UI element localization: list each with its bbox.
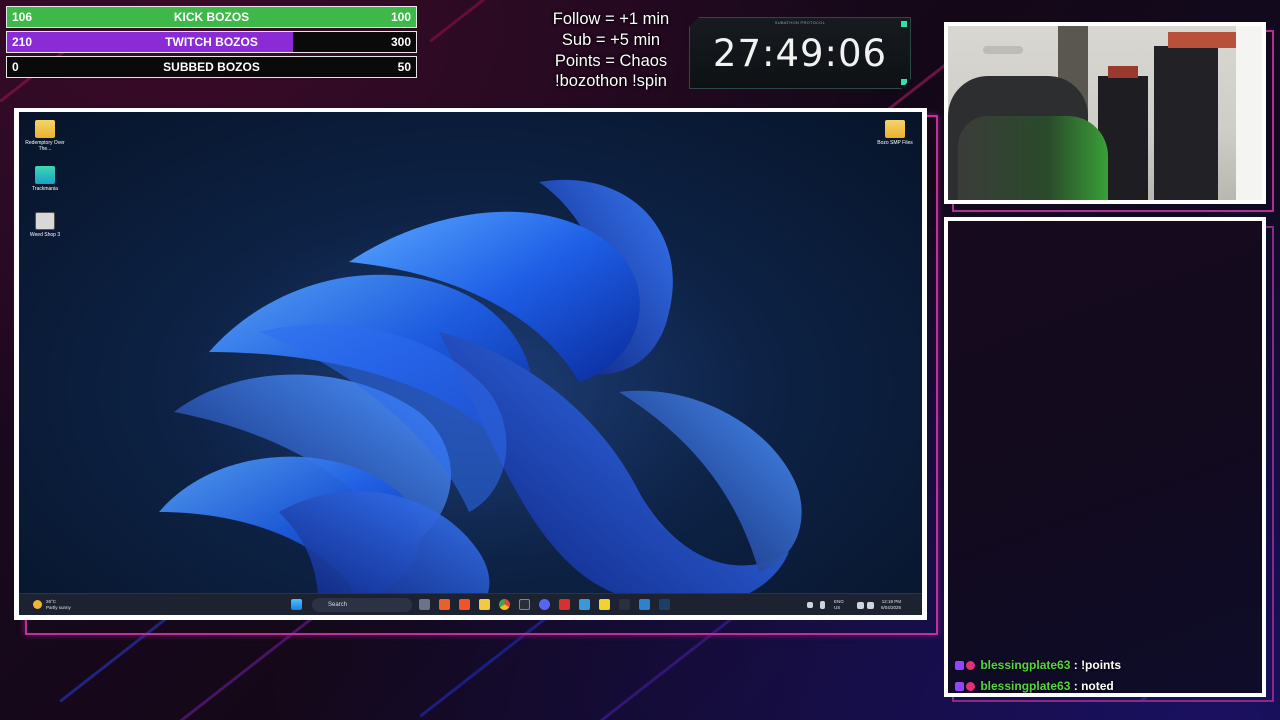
weed-shop-icon	[35, 212, 55, 230]
webcam-feed	[948, 26, 1262, 200]
chat-separator: :	[1070, 679, 1082, 693]
language-indicator[interactable]: ENG US	[834, 599, 844, 610]
taskbar-app-icon[interactable]	[579, 599, 590, 610]
chat-frame: blessingplate63 : !points blessingplate6…	[944, 217, 1266, 697]
taskbar-app-icon[interactable]	[619, 599, 630, 610]
file-explorer-icon[interactable]	[479, 599, 490, 610]
desktop-icon-label: Weed Shop 3	[29, 232, 61, 238]
discord-icon[interactable]	[539, 599, 550, 610]
chat-separator: :	[1070, 658, 1082, 672]
timer-corner-accent	[901, 21, 907, 27]
timer-caption: SUBATHON PROTOCOL	[774, 20, 826, 25]
bar-label: SUBBED BOZOS	[163, 60, 260, 74]
desktop-icon-label: Bozo SMP Files	[877, 140, 913, 146]
webcam-fan	[983, 46, 1023, 54]
kick-bozos-bar: 106 KICK BOZOS 100	[6, 6, 417, 28]
start-windows-icon[interactable]	[291, 599, 302, 610]
webcam-person	[958, 116, 1108, 200]
chevron-up-icon[interactable]	[807, 602, 813, 608]
clock-date: 6/04/2026	[881, 604, 902, 610]
timer-value: 27:49:06	[712, 32, 888, 75]
rule-points: Points = Chaos	[554, 51, 668, 70]
rule-commands: !bozothon !spin	[555, 72, 667, 91]
bar-label: KICK BOZOS	[173, 10, 250, 24]
rule-sub: Sub = +5 min	[561, 30, 661, 49]
twitch-badge-icon	[955, 682, 964, 691]
windows-taskbar: 26°C Partly sunny Search ENG US 12:18 PM…	[19, 593, 922, 615]
weather-desc: Partly sunny	[46, 604, 71, 610]
rule-follow: Follow = +1 min	[552, 10, 670, 28]
clock-time: 12:18 PM	[881, 599, 902, 604]
desktop-icon-redemptory[interactable]: Redemptory Over The...	[25, 120, 65, 152]
heart-badge-icon	[966, 682, 975, 691]
region-code: US	[834, 604, 841, 610]
bar-goal: 100	[390, 10, 411, 24]
chat-message: blessingplate63 : !points	[955, 658, 1121, 672]
bloom-wallpaper	[159, 179, 802, 615]
taskbar-app-icon[interactable]	[439, 599, 450, 610]
desktop-icon-label: Redemptory Over The...	[25, 140, 65, 152]
weather-widget[interactable]: 26°C Partly sunny	[46, 599, 71, 610]
desktop-icon-trackmania[interactable]: Trackmania	[25, 166, 65, 192]
twitch-badge-icon	[955, 661, 964, 670]
subbed-bozos-bar: 0 SUBBED BOZOS 50	[6, 56, 417, 78]
desktop-icon-bozo-smp[interactable]: Bozo SMP Files	[875, 120, 915, 146]
taskbar-search-label: Search	[328, 602, 348, 608]
network-icon[interactable]	[857, 602, 864, 609]
chat-username: blessingplate63	[980, 658, 1071, 672]
language-code: ENG	[834, 599, 844, 604]
heart-badge-icon	[966, 661, 975, 670]
volume-icon[interactable]	[867, 602, 874, 609]
taskbar-app-icon[interactable]	[419, 599, 430, 610]
steam-icon[interactable]	[659, 599, 670, 610]
webcam-frame	[944, 22, 1266, 204]
chat-box: blessingplate63 : !points blessingplate6…	[948, 221, 1262, 693]
folder-icon	[885, 120, 905, 138]
taskbar-search[interactable]: Search	[312, 598, 412, 612]
taskbar-app-icon[interactable]	[519, 599, 530, 610]
windows-desktop: Redemptory Over The... Trackmania Weed S…	[19, 112, 922, 615]
chat-message: blessingplate63 : noted	[955, 679, 1114, 693]
goal-bars: 106 KICK BOZOS 100 210 TWITCH BOZOS 300 …	[6, 6, 417, 81]
webcam-shelf	[1154, 46, 1218, 200]
chat-username: blessingplate63	[980, 679, 1071, 693]
weather-icon[interactable]	[33, 600, 42, 609]
chrome-icon[interactable]	[499, 599, 510, 610]
bar-goal: 50	[397, 60, 411, 74]
bar-goal: 300	[390, 35, 411, 49]
clock[interactable]: 12:18 PM 6/04/2026	[881, 599, 901, 610]
trackmania-icon	[35, 166, 55, 184]
desktop-icon-weed-shop[interactable]: Weed Shop 3	[25, 212, 65, 238]
sticky-notes-icon[interactable]	[599, 599, 610, 610]
webcam-boxes	[1108, 66, 1138, 78]
bar-label: TWITCH BOZOS	[165, 35, 258, 49]
chat-text: noted	[1081, 679, 1114, 693]
bg-streak	[429, 0, 550, 43]
desktop-frame: Redemptory Over The... Trackmania Weed S…	[14, 108, 927, 620]
webcam-window	[1236, 26, 1262, 200]
twitch-bozos-bar: 210 TWITCH BOZOS 300	[6, 31, 417, 53]
subathon-rules: Follow = +1 min Sub = +5 min Points = Ch…	[540, 9, 682, 92]
taskbar-app-icon[interactable]	[639, 599, 650, 610]
taskbar-app-icon[interactable]	[559, 599, 570, 610]
brave-icon[interactable]	[459, 599, 470, 610]
chat-text: !points	[1081, 658, 1122, 672]
desktop-icon-label: Trackmania	[32, 186, 58, 192]
folder-icon	[35, 120, 55, 138]
subathon-timer: SUBATHON PROTOCOL 27:49:06	[689, 17, 911, 89]
microphone-icon[interactable]	[820, 601, 825, 609]
